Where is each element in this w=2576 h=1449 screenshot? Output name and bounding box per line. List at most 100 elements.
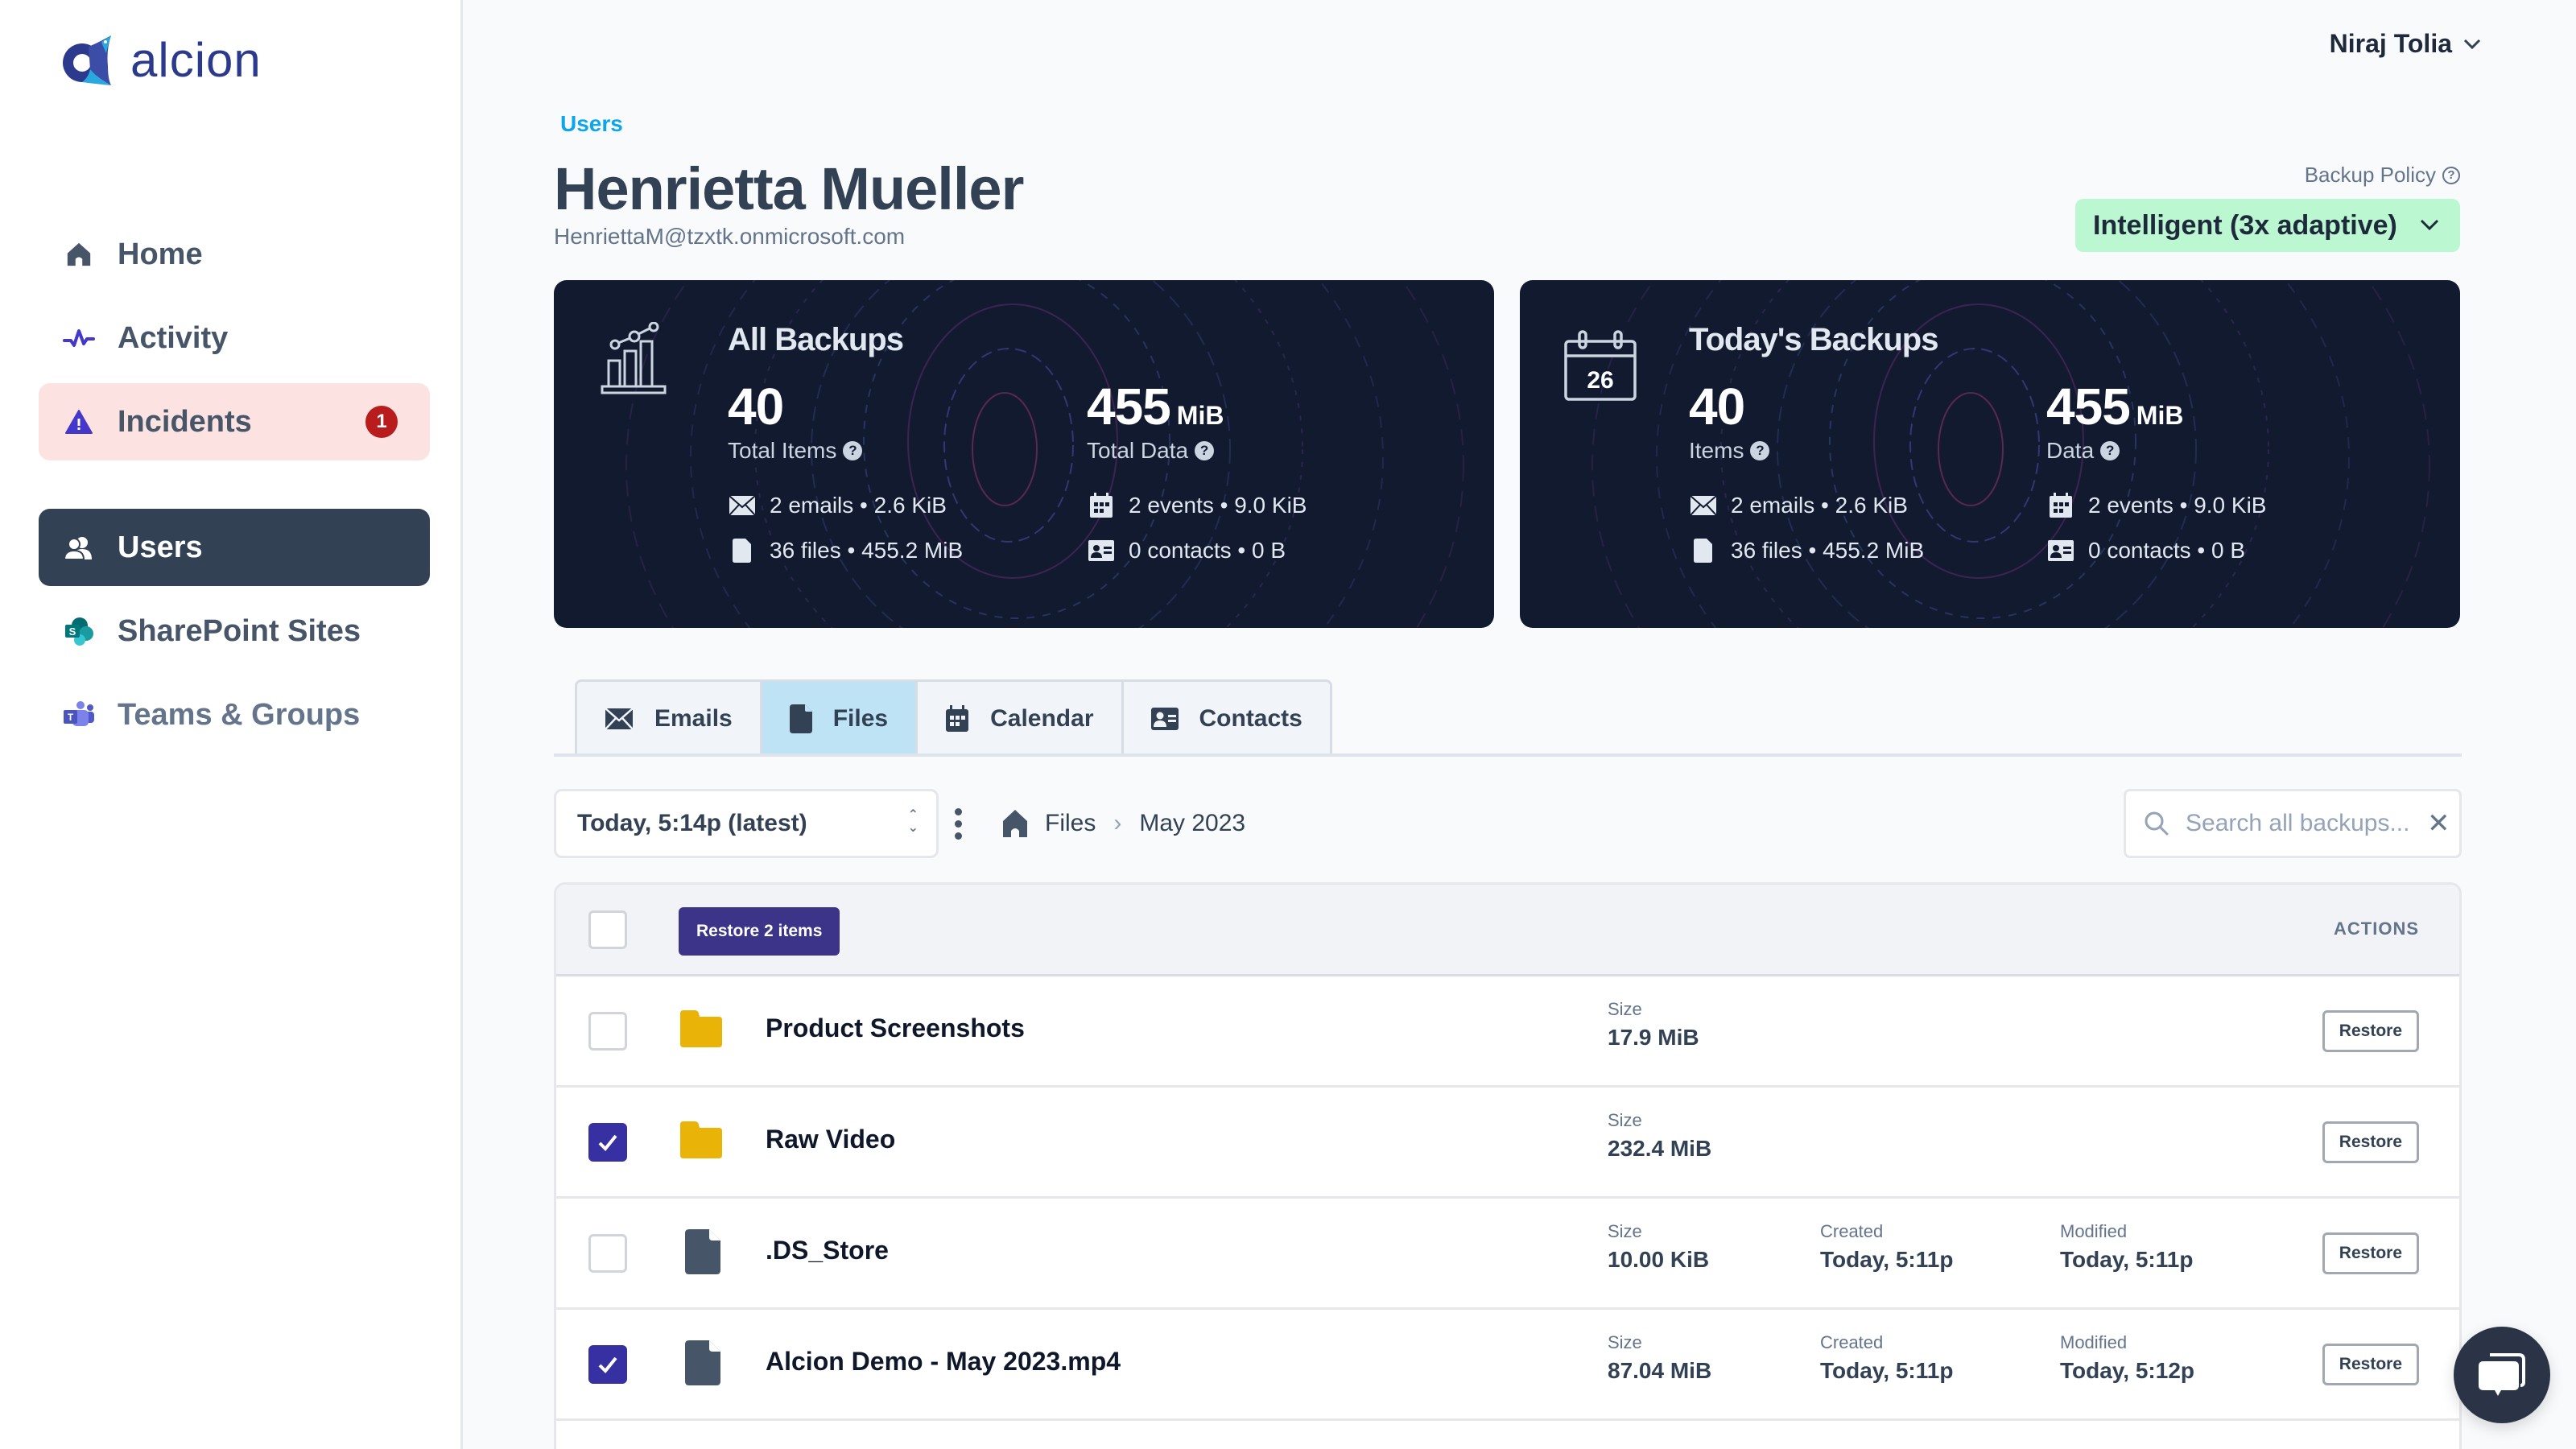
created-value: Today, 5:11p xyxy=(1820,1358,1954,1383)
size-value: 17.9 MiB xyxy=(1608,1025,1699,1050)
clear-search-icon[interactable]: ✕ xyxy=(2427,807,2450,840)
file-name[interactable]: .DS_Store xyxy=(766,1236,889,1265)
backup-policy-label-text: Backup Policy xyxy=(2304,163,2436,187)
help-icon[interactable]: ? xyxy=(1195,441,1215,460)
total-data-value: 455 xyxy=(1087,378,1171,436)
modified-label: Modified xyxy=(2060,1332,2128,1352)
row-checkbox[interactable] xyxy=(588,1345,627,1384)
sidebar-item-label: SharePoint Sites xyxy=(118,613,361,648)
warning-icon xyxy=(63,406,95,438)
sidebar-nav: Home Activity Incidents 1 Users S ShareP… xyxy=(39,216,430,760)
restore-button[interactable]: Restore xyxy=(2322,1232,2419,1274)
modified-value: Today, 5:12p xyxy=(2060,1358,2195,1383)
restore-button[interactable]: Restore xyxy=(2322,1344,2419,1385)
breadcrumb-users-link[interactable]: Users xyxy=(560,111,623,137)
files-table: Restore 2 items ACTIONS Product Screensh… xyxy=(554,882,2462,1449)
sidebar-item-label: Activity xyxy=(118,320,229,355)
events-summary: 2 events • 9.0 KiB xyxy=(1129,493,1307,518)
table-header: Restore 2 items ACTIONS xyxy=(556,885,2459,976)
tab-files[interactable]: Files xyxy=(762,682,919,755)
file-icon xyxy=(789,704,812,733)
home-icon[interactable] xyxy=(1003,810,1027,837)
breadcrumb-current: May 2023 xyxy=(1139,810,1246,836)
row-checkbox[interactable] xyxy=(588,1123,627,1162)
table-row[interactable]: .DS_Store Size 10.00 KiB Created Today, 5:… xyxy=(556,1199,2459,1310)
select-all-checkbox[interactable] xyxy=(588,910,627,949)
sidebar-item-home[interactable]: Home xyxy=(39,216,430,293)
sidebar-item-teams-groups[interactable]: T Teams & Groups xyxy=(39,676,430,753)
table-row[interactable]: Alcion Demo - May 2023.mp4 Size 87.04 MiB… xyxy=(556,1310,2459,1421)
help-icon[interactable]: ? xyxy=(2100,441,2120,460)
help-icon[interactable]: ? xyxy=(843,441,863,460)
created-label: Created xyxy=(1820,1332,1884,1352)
search-input[interactable] xyxy=(2186,810,2411,837)
file-name[interactable]: Alcion Demo - May 2023.mp4 xyxy=(766,1347,1121,1377)
help-icon[interactable]: ? xyxy=(1750,441,1770,460)
check-icon xyxy=(598,1134,617,1151)
sidebar-item-activity[interactable]: Activity xyxy=(39,299,430,377)
users-icon xyxy=(63,531,95,564)
created-cell: Created Today, 5:11p xyxy=(1820,1221,1953,1273)
sidebar-item-sharepoint-sites[interactable]: S SharePoint Sites xyxy=(39,592,430,670)
total-data-unit: MiB xyxy=(1176,401,1224,430)
row-checkbox[interactable] xyxy=(588,1012,627,1051)
folder-icon xyxy=(680,1121,722,1162)
breadcrumb-files[interactable]: Files xyxy=(1045,810,1096,837)
backup-policy-dropdown[interactable]: Intelligent (3x adaptive) xyxy=(2075,199,2460,252)
home-icon xyxy=(63,238,95,270)
actions-column-header: ACTIONS xyxy=(2334,919,2419,939)
contacts-summary: 0 contacts • 0 B xyxy=(1129,538,1286,563)
emails-detail: 2 emails • 2.6 KiB xyxy=(728,493,947,518)
all-backups-card: All Backups 40 Total Items? 455 MiB Total… xyxy=(554,280,1494,628)
chat-widget-button[interactable] xyxy=(2454,1327,2550,1423)
size-label: Size xyxy=(1608,1332,1642,1352)
tab-contacts[interactable]: Contacts xyxy=(1124,682,1330,755)
file-name[interactable]: Product Screenshots xyxy=(766,1013,1025,1043)
tab-emails[interactable]: Emails xyxy=(577,682,762,755)
svg-text:T: T xyxy=(68,712,74,723)
data-value: 455 xyxy=(2046,378,2131,436)
restore-button[interactable]: Restore xyxy=(2322,1121,2419,1163)
sidebar: alcion Home Activity Incidents 1 Users S… xyxy=(0,0,463,1449)
restore-button[interactable]: Restore xyxy=(2322,1010,2419,1052)
table-row[interactable]: Product Screenshots Size 17.9 MiB Restore xyxy=(556,976,2459,1088)
emails-summary: 2 emails • 2.6 KiB xyxy=(1731,493,1908,518)
todays-backups-card: 26 Today's Backups 40 Items? 455 MiB Data… xyxy=(1520,280,2460,628)
size-cell: Size 17.9 MiB xyxy=(1608,999,1699,1051)
activity-icon xyxy=(63,322,95,354)
more-options-kebab[interactable] xyxy=(955,808,962,840)
sidebar-item-label: Teams & Groups xyxy=(118,697,361,732)
teams-icon: T xyxy=(63,699,95,731)
incident-count-badge: 1 xyxy=(365,406,398,438)
mail-icon xyxy=(728,495,757,516)
modified-label: Modified xyxy=(2060,1221,2128,1241)
user-menu[interactable]: Niraj Tolia xyxy=(2330,29,2481,59)
search-icon xyxy=(2145,811,2169,836)
calendar-icon xyxy=(946,704,969,732)
data-label: Data xyxy=(2046,438,2095,463)
alcion-logo[interactable]: alcion xyxy=(61,32,262,88)
events-detail: 2 events • 9.0 KiB xyxy=(1087,493,1307,518)
page-title: Henrietta Mueller xyxy=(554,155,1024,222)
files-summary: 36 files • 455.2 MiB xyxy=(1731,538,1925,563)
total-items-value: 40 xyxy=(728,378,784,436)
calendar-icon xyxy=(1087,493,1116,518)
items-value: 40 xyxy=(1689,378,1745,436)
sidebar-item-users[interactable]: Users xyxy=(39,509,430,586)
sidebar-item-incidents[interactable]: Incidents 1 xyxy=(39,383,430,460)
restore-selected-button[interactable]: Restore 2 items xyxy=(679,907,840,956)
chevron-right-icon: › xyxy=(1113,810,1122,836)
table-row[interactable]: Raw Video Size 232.4 MiB Restore xyxy=(556,1088,2459,1199)
svg-text:S: S xyxy=(69,625,76,638)
file-name[interactable]: Raw Video xyxy=(766,1125,895,1154)
content-tabs: Emails Files Calendar Contacts xyxy=(575,679,1332,755)
total-items-label: Total Items xyxy=(728,438,837,463)
help-icon[interactable]: ? xyxy=(2442,166,2460,184)
card-title: Today's Backups xyxy=(1689,322,1938,357)
data-unit: MiB xyxy=(2136,401,2184,430)
total-data-label: Total Data xyxy=(1087,438,1189,463)
tab-calendar[interactable]: Calendar xyxy=(918,682,1124,755)
row-checkbox[interactable] xyxy=(588,1234,627,1273)
file-icon xyxy=(685,1229,720,1278)
snapshot-select[interactable]: Today, 5:14p (latest) ⌃ ⌄ xyxy=(554,789,939,858)
